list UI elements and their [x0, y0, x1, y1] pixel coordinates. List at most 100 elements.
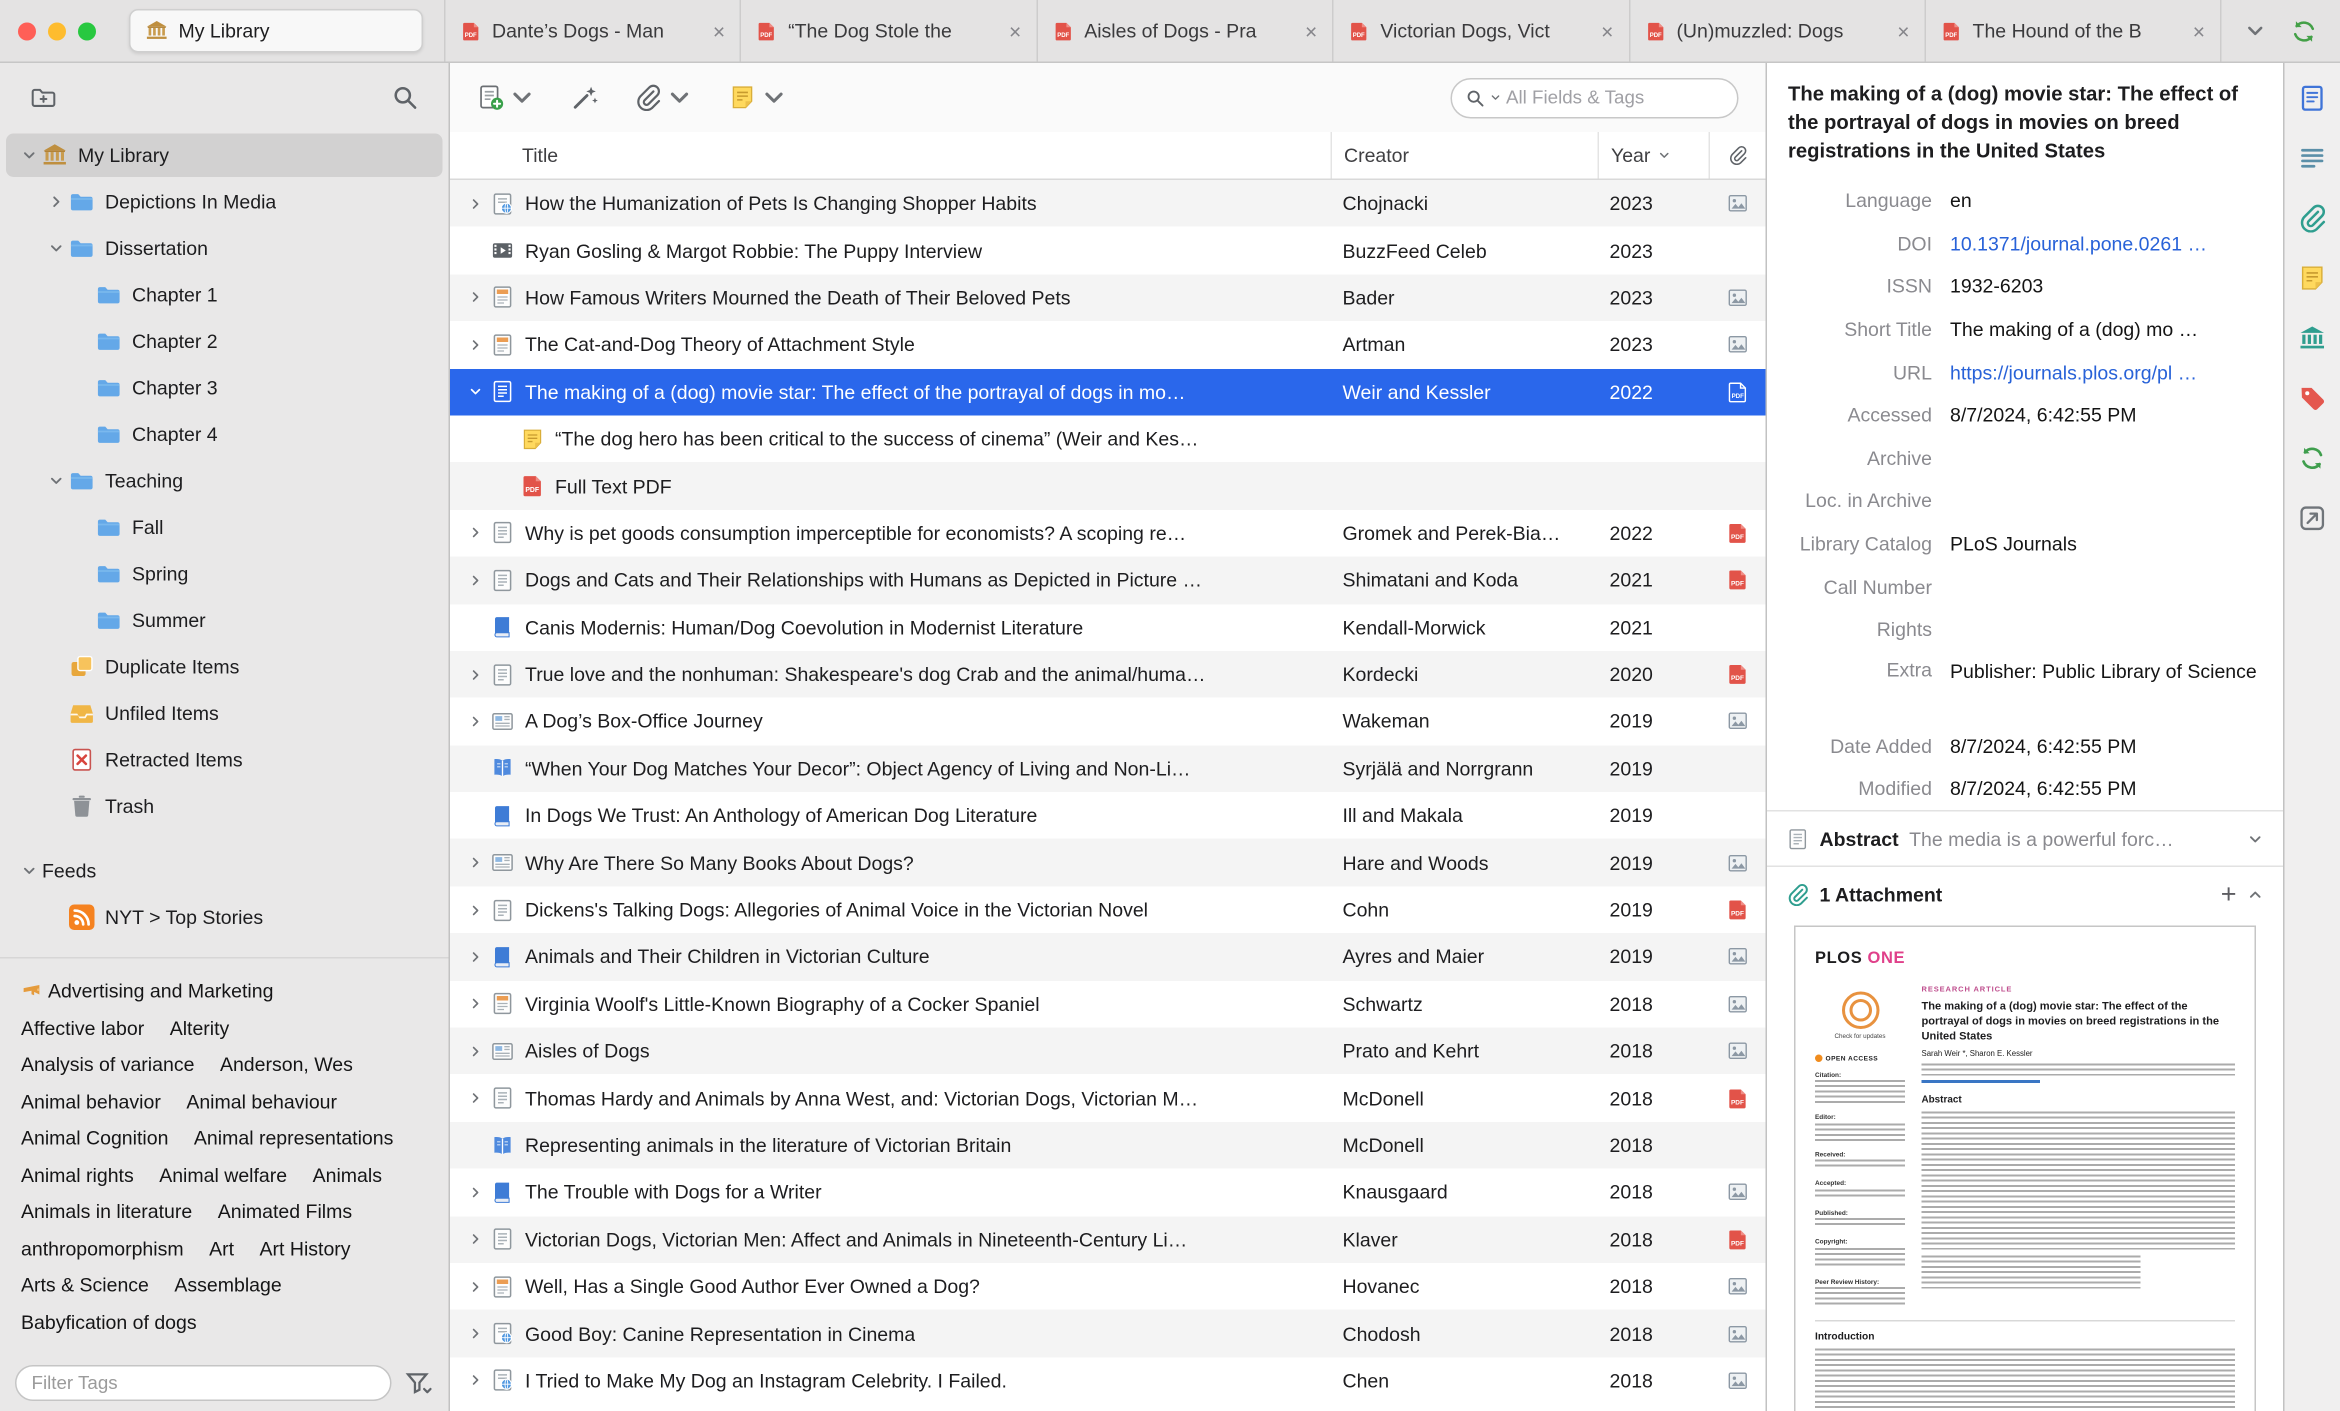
close-tab-icon[interactable]: ×	[1897, 20, 1909, 41]
item-row[interactable]: How the Humanization of Pets Is Changing…	[450, 180, 1766, 228]
column-header-attachments[interactable]	[1708, 132, 1766, 179]
item-row[interactable]: Representing animals in the literature o…	[450, 1121, 1766, 1169]
field-issn[interactable]: ISSN 1932-6203	[1785, 265, 2265, 308]
collection-unfiled-items[interactable]: Unfiled Items	[0, 690, 449, 737]
reader-tab-dante-s-dogs-man[interactable]: PDF Dante’s Dogs - Man ×	[444, 0, 740, 62]
item-row[interactable]: Dickens's Talking Dogs: Allegories of An…	[450, 886, 1766, 933]
tag-art-history[interactable]: Art History	[260, 1231, 351, 1268]
expand-twisty-icon[interactable]	[462, 945, 488, 969]
tag-anthropomorphism[interactable]: anthropomorphism	[21, 1231, 184, 1268]
expand-twisty-icon[interactable]	[462, 568, 488, 592]
twisty-icon[interactable]	[42, 190, 69, 214]
field-extra[interactable]: Extra Publisher: Public Library of Scienc…	[1785, 651, 2265, 725]
attachment-preview[interactable]: PLOS ONE Check for updates OPEN ACCESS C…	[1767, 921, 2283, 1411]
item-row[interactable]: How Famous Writers Mourned the Death of …	[450, 274, 1766, 322]
tag-animal-behavior[interactable]: Animal behavior	[21, 1084, 161, 1121]
tag-alterity[interactable]: Alterity	[170, 1010, 230, 1047]
item-row[interactable]: The making of a (dog) movie star: The ef…	[450, 368, 1766, 416]
collection-fall[interactable]: Fall	[0, 504, 449, 551]
libraries-pane-tab[interactable]	[2298, 324, 2327, 353]
expand-twisty-icon[interactable]	[462, 662, 488, 686]
field-value[interactable]: PLoS Journals	[1950, 533, 2265, 556]
tag-babyfication-of-dogs[interactable]: Babyfication of dogs	[21, 1304, 197, 1341]
twisty-icon[interactable]	[15, 859, 42, 883]
expand-twisty-icon[interactable]	[462, 1180, 488, 1204]
expand-twisty-icon[interactable]	[462, 1039, 488, 1063]
field-value[interactable]: 8/7/2024, 6:42:55 PM	[1950, 778, 2265, 801]
column-header-creator[interactable]: Creator	[1330, 132, 1598, 179]
close-tab-icon[interactable]: ×	[1305, 20, 1317, 41]
field-value[interactable]: en	[1950, 189, 2265, 212]
expand-twisty-icon[interactable]	[462, 192, 488, 216]
expand-twisty-icon[interactable]	[462, 1369, 488, 1393]
close-window-button[interactable]	[18, 21, 36, 40]
item-row[interactable]: Animals and Their Children in Victorian …	[450, 933, 1766, 981]
collection-summer[interactable]: Summer	[0, 597, 449, 644]
chevron-up-icon[interactable]	[2247, 886, 2264, 903]
tab-my-library[interactable]: My Library	[129, 9, 423, 53]
collection-feeds[interactable]: Feeds	[0, 848, 449, 895]
item-row[interactable]: A Dog’s Box-Office Journey Wakeman 2019	[450, 698, 1766, 745]
minimize-window-button[interactable]	[48, 21, 66, 40]
collection-my-library[interactable]: My Library	[0, 132, 449, 179]
tag-assemblage[interactable]: Assemblage	[174, 1268, 281, 1305]
sync-icon[interactable]	[2291, 17, 2318, 44]
tag-affective-labor[interactable]: Affective labor	[21, 1010, 144, 1047]
field-value[interactable]: https://journals.plos.org/pl …	[1950, 361, 2265, 384]
items-search-input[interactable]	[1506, 87, 1724, 108]
zoom-window-button[interactable]	[78, 21, 96, 40]
tags-pane-tab[interactable]	[2298, 384, 2327, 413]
reader-tab-un-muzzled-dogs[interactable]: PDF (Un)muzzled: Dogs ×	[1628, 0, 1924, 62]
item-row[interactable]: Thomas Hardy and Animals by Anna West, a…	[450, 1075, 1766, 1122]
collection-duplicate-items[interactable]: Duplicate Items	[0, 644, 449, 691]
tag-advertising-and-marketing[interactable]: Advertising and Marketing	[21, 974, 273, 1011]
new-note-button[interactable]	[729, 84, 788, 111]
chevron-down-icon[interactable]	[2247, 831, 2264, 848]
notes-pane-tab[interactable]	[2298, 264, 2327, 293]
reader-tab-aisles-of-dogs-pra[interactable]: PDF Aisles of Dogs - Pra ×	[1036, 0, 1332, 62]
expand-twisty-icon[interactable]	[462, 851, 488, 875]
collection-depictions-in-media[interactable]: Depictions In Media	[0, 179, 449, 226]
reader-tab-the-dog-stole-the[interactable]: PDF “The Dog Stole the ×	[740, 0, 1036, 62]
field-value[interactable]: 10.1371/journal.pone.0261 …	[1950, 232, 2265, 255]
field-loc-in-archive[interactable]: Loc. in Archive	[1785, 479, 2265, 522]
field-url[interactable]: URL https://journals.plos.org/pl …	[1785, 351, 2265, 394]
tabs-menu-chevron-icon[interactable]	[2244, 20, 2267, 43]
collection-dissertation[interactable]: Dissertation	[0, 225, 449, 272]
item-row[interactable]: Good Boy: Canine Representation in Cinem…	[450, 1310, 1766, 1358]
abstract-section-header[interactable]: Abstract The media is a powerful forc…	[1767, 810, 2283, 866]
tag-filter-input[interactable]	[15, 1365, 392, 1401]
field-value[interactable]: 1932-6203	[1950, 275, 2265, 298]
field-library-catalog[interactable]: Library Catalog PLoS Journals	[1785, 522, 2265, 565]
tag-animal-behaviour[interactable]: Animal behaviour	[186, 1084, 337, 1121]
tag-animals[interactable]: Animals	[313, 1157, 382, 1194]
item-row[interactable]: I Tried to Make My Dog an Instagram Cele…	[450, 1357, 1766, 1404]
tag-arts-science[interactable]: Arts & Science	[21, 1268, 149, 1305]
item-child-row[interactable]: “The dog hero has been critical to the s…	[450, 415, 1766, 462]
field-call-number[interactable]: Call Number	[1785, 565, 2265, 608]
expand-twisty-icon[interactable]	[462, 286, 488, 310]
expand-twisty-icon[interactable]	[462, 521, 488, 545]
item-row[interactable]: Canis Modernis: Human/Dog Coevolution in…	[450, 604, 1766, 651]
field-value[interactable]: 8/7/2024, 6:42:55 PM	[1950, 735, 2265, 758]
collection-spring[interactable]: Spring	[0, 551, 449, 598]
field-value[interactable]: The making of a (dog) mo …	[1950, 318, 2265, 341]
item-row[interactable]: Virginia Woolf's Little-Known Biography …	[450, 980, 1766, 1027]
item-row[interactable]: “When Your Dog Matches Your Decor”: Obje…	[450, 745, 1766, 793]
column-header-title[interactable]: Title	[450, 132, 1331, 179]
twisty-icon[interactable]	[42, 236, 69, 260]
collection-chapter-2[interactable]: Chapter 2	[0, 318, 449, 365]
add-attachment-icon[interactable]: +	[2221, 881, 2237, 908]
close-tab-icon[interactable]: ×	[713, 20, 725, 41]
expand-twisty-icon[interactable]	[462, 1086, 488, 1110]
expand-twisty-icon[interactable]	[462, 1227, 488, 1251]
items-search-field[interactable]	[1450, 77, 1739, 118]
tag-animals-in-literature[interactable]: Animals in literature	[21, 1194, 192, 1231]
item-child-row[interactable]: PDF Full Text PDF	[450, 462, 1766, 510]
expand-twisty-icon[interactable]	[462, 898, 488, 922]
field-modified[interactable]: Modified 8/7/2024, 6:42:55 PM	[1785, 767, 2265, 810]
twisty-icon[interactable]	[15, 143, 42, 167]
collection-retracted-items[interactable]: Retracted Items	[0, 737, 449, 784]
locate-pane-tab[interactable]	[2298, 504, 2327, 533]
tag-filter-options-icon[interactable]	[404, 1368, 434, 1398]
